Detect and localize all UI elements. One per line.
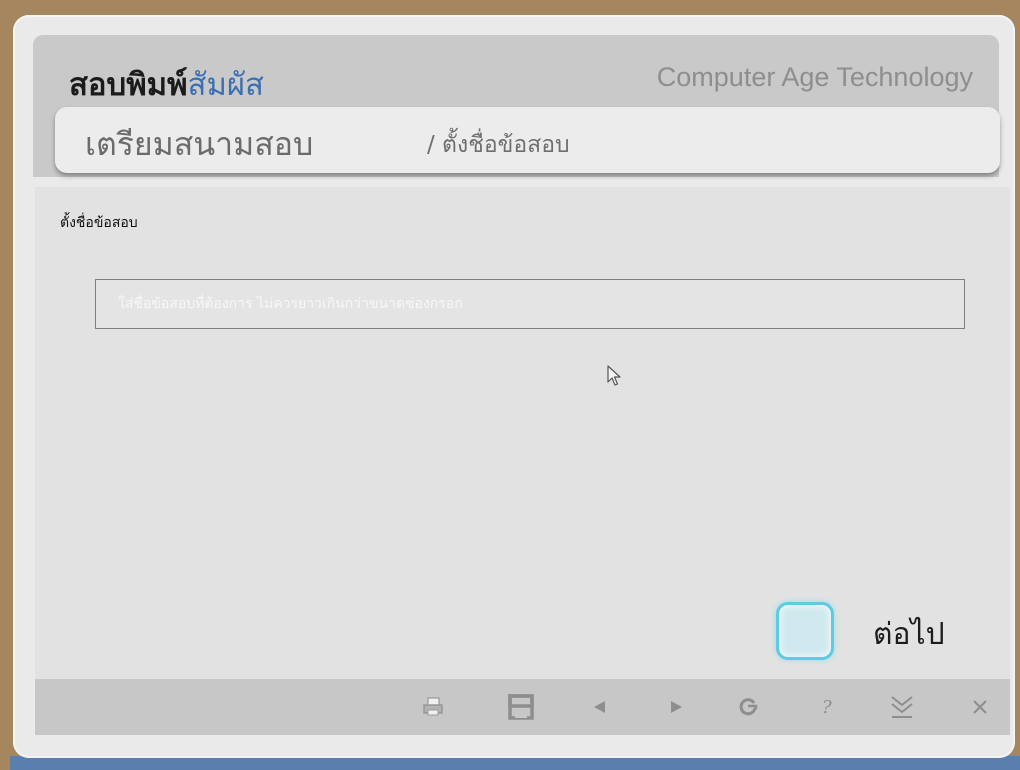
app-title: สอบพิมพ์สัมผัส [69,59,264,109]
minimize-icon[interactable] [886,691,918,723]
close-icon[interactable] [964,691,996,723]
brand-name: Computer Age Technology [656,62,973,92]
svg-text:?: ? [822,697,832,718]
window-frame-border [10,756,1020,770]
mouse-cursor-icon [607,365,623,391]
app-title-dark: สอบพิมพ์ [69,67,188,103]
next-label[interactable]: ต่อไป [873,611,945,658]
next-button[interactable] [776,602,834,660]
section-banner: เตรียมสนามสอบ / ตั้งชื่อข้อสอบ [55,107,1000,173]
help-icon[interactable]: ? [811,691,843,723]
exam-name-input[interactable] [95,279,965,329]
app-window: สอบพิมพ์สัมผัส Computer Age Technology เ… [13,15,1015,758]
exam-name-label: ตั้งชื่อข้อสอบ [60,215,138,231]
refresh-icon[interactable] [732,691,764,723]
app-title-blue: สัมผัส [187,67,264,103]
section-title: เตรียมสนามสอบ [85,125,314,163]
back-icon[interactable] [584,691,616,723]
bottom-toolbar: ? [35,679,1010,735]
main-content: ตั้งชื่อข้อสอบ ต่อไป [35,187,1010,689]
breadcrumb: / ตั้งชื่อข้อสอบ [427,132,570,158]
forward-icon[interactable] [660,691,692,723]
print-icon[interactable] [417,691,449,723]
save-icon[interactable] [505,691,537,723]
